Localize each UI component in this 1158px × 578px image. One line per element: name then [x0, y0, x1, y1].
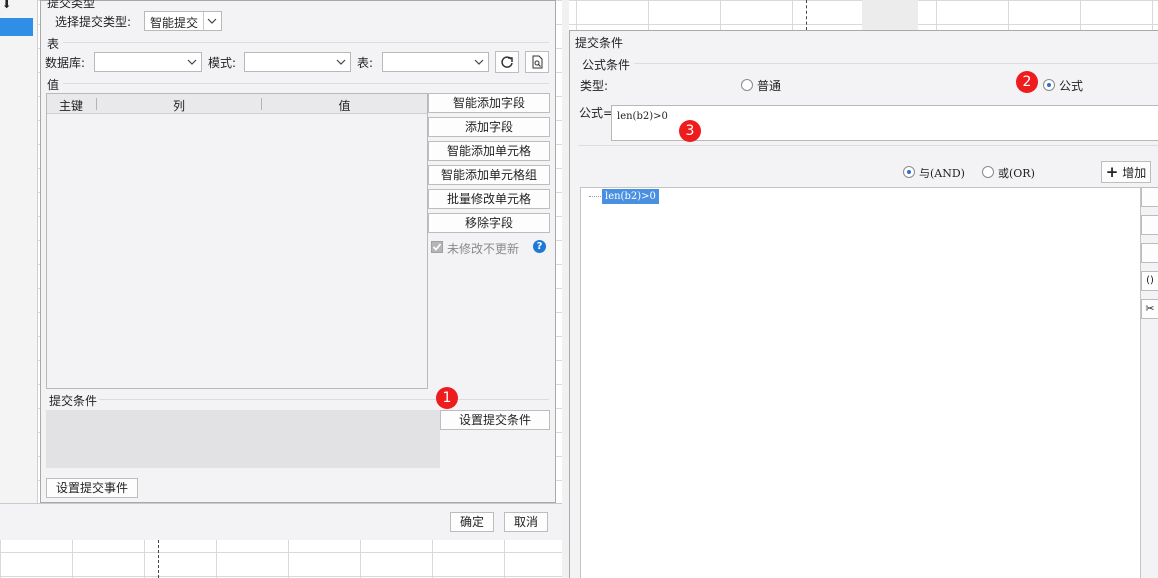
database-select[interactable]: [94, 52, 202, 72]
field-table[interactable]: 主键 列 值: [46, 93, 428, 389]
page-break-line: [806, 0, 807, 30]
field-table-header: 主键 列 值: [47, 94, 427, 114]
no-update-checkbox[interactable]: [431, 241, 443, 253]
submit-type-label: 选择提交类型:: [55, 15, 132, 29]
parentheses-button[interactable]: (): [1141, 271, 1158, 291]
column-header-column: 列: [172, 99, 185, 113]
type-normal-label: 普通: [757, 79, 782, 93]
column-header-key: 主键: [58, 99, 83, 113]
submit-config-dialog: 提交类型 选择提交类型: 智能提交 表 数据库: 模式: 表: 值 主键 列 值…: [40, 0, 556, 503]
spreadsheet-gray-cell: [862, 0, 918, 30]
remove-field-button[interactable]: 移除字段: [428, 213, 550, 233]
type-formula-radio[interactable]: [1043, 79, 1055, 91]
chevron-down-icon: [474, 59, 484, 65]
set-submit-condition-button[interactable]: 设置提交条件: [440, 410, 550, 430]
dialog-title: 提交条件: [575, 36, 624, 50]
ok-button[interactable]: 确定: [450, 512, 494, 532]
side-button-3[interactable]: [1141, 243, 1158, 263]
logic-and-radio[interactable]: [903, 166, 915, 178]
checkmark-icon: [432, 243, 442, 251]
type-label: 类型:: [580, 79, 609, 93]
database-label: 数据库:: [45, 56, 86, 70]
left-panel-strip: ⬇: [0, 0, 38, 505]
submit-type-header: 提交类型: [47, 0, 96, 10]
section-divider: [578, 145, 1158, 146]
mode-label: 模式:: [208, 56, 237, 70]
set-submit-event-button[interactable]: 设置提交事件: [46, 478, 138, 498]
smart-add-cell-button[interactable]: 智能添加单元格: [428, 141, 550, 161]
type-formula-label: 公式: [1059, 79, 1084, 93]
step-badge-2: 2: [1016, 71, 1038, 93]
cut-button[interactable]: ✂: [1141, 299, 1158, 319]
add-condition-label: 增加: [1122, 166, 1147, 180]
side-button-1[interactable]: [1141, 187, 1158, 207]
tree-connector: [589, 196, 603, 197]
mode-select[interactable]: [244, 52, 351, 72]
scissors-icon: ✂: [1145, 302, 1155, 315]
submit-condition-dialog: 提交条件 公式条件 类型: 普通 公式 2 公式= len(b2)>0 3 与(…: [569, 30, 1158, 578]
chevron-down-icon: [187, 59, 197, 65]
section-divider: [634, 63, 1158, 64]
no-update-checkbox-label: 未修改不更新: [447, 242, 520, 256]
logic-or-label: 或(OR): [998, 167, 1035, 180]
side-button-2[interactable]: [1141, 215, 1158, 235]
step-badge-1: 1: [436, 387, 458, 409]
section-divider: [63, 42, 549, 43]
formula-condition-label: 公式条件: [582, 58, 631, 72]
left-panel-selected-row[interactable]: [0, 18, 33, 36]
step-badge-3: 3: [679, 120, 701, 142]
page-break-line: [158, 540, 159, 578]
logic-or-radio[interactable]: [982, 166, 994, 178]
smart-add-cell-group-button[interactable]: 智能添加单元格组: [428, 165, 550, 185]
table-label: 表:: [357, 56, 374, 70]
plus-icon: +: [1105, 163, 1119, 181]
cancel-button[interactable]: 取消: [504, 512, 548, 532]
preview-button[interactable]: [525, 51, 549, 73]
chevron-down-icon: [336, 59, 346, 65]
help-icon[interactable]: ?: [533, 240, 546, 253]
condition-tree[interactable]: len(b2)>0: [580, 187, 1141, 578]
condition-preview-area: [46, 410, 440, 468]
parentheses-icon: (): [1146, 275, 1154, 286]
batch-edit-cell-button[interactable]: 批量修改单元格: [428, 189, 550, 209]
logic-and-label: 与(AND): [919, 167, 965, 180]
refresh-button[interactable]: [495, 51, 519, 73]
table-select[interactable]: [382, 52, 489, 72]
add-field-button[interactable]: 添加字段: [428, 117, 550, 137]
condition-section-label: 提交条件: [49, 394, 98, 408]
section-divider: [99, 399, 549, 400]
chevron-down-icon: [207, 18, 217, 24]
download-icon[interactable]: ⬇: [2, 0, 11, 11]
dialog-footer: 确定 取消: [0, 503, 562, 540]
refresh-icon: [501, 56, 513, 68]
formula-value: len(b2)>0: [617, 111, 668, 122]
formula-label: 公式=: [579, 106, 614, 120]
submit-type-value: 智能提交: [150, 16, 199, 30]
table-section-label: 表: [47, 37, 60, 51]
smart-add-field-button[interactable]: 智能添加字段: [428, 93, 550, 113]
tree-item[interactable]: len(b2)>0: [602, 189, 659, 204]
submit-type-select[interactable]: 智能提交: [144, 11, 222, 31]
combo-divider: [203, 12, 204, 30]
value-section-label: 值: [47, 78, 60, 92]
search-doc-icon: [532, 55, 543, 69]
spreadsheet-gap: [562, 0, 569, 578]
column-header-value: 值: [338, 99, 351, 113]
section-divider: [63, 83, 549, 84]
type-normal-radio[interactable]: [741, 79, 753, 91]
add-condition-button[interactable]: + 增加: [1101, 161, 1151, 183]
